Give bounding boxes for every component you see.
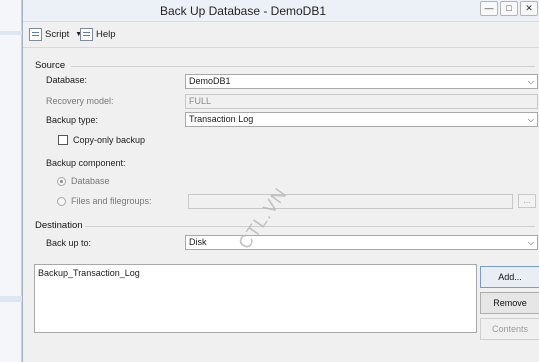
recovery-model-value: FULL — [189, 96, 212, 106]
source-heading: Source — [35, 60, 66, 71]
back-up-to-label: Back up to: — [46, 238, 92, 248]
chevron-down-icon: ⌵ — [527, 77, 534, 86]
list-item[interactable]: Backup_Transaction_Log — [38, 268, 473, 278]
help-label: Help — [96, 29, 116, 40]
database-radio-label: Database — [71, 176, 110, 186]
dialog-content: Source Database: DemoDB1 ⌵ Recovery mode… — [23, 48, 539, 362]
database-label: Database: — [46, 75, 88, 85]
recovery-model-field: FULL — [185, 94, 538, 109]
chevron-down-icon: ⌵ — [527, 238, 534, 247]
minimize-button[interactable]: — — [480, 1, 498, 16]
filegroups-field — [188, 194, 513, 209]
maximize-button[interactable]: □ — [500, 1, 518, 16]
browse-filegroups-button[interactable]: ... — [518, 194, 536, 208]
divider — [85, 226, 535, 227]
background-stripe — [0, 296, 22, 302]
destination-file-list[interactable]: Backup_Transaction_Log — [34, 264, 477, 333]
background-window — [0, 0, 22, 362]
close-button[interactable]: ✕ — [520, 1, 538, 16]
add-button[interactable]: Add... — [480, 266, 539, 288]
script-icon — [29, 28, 42, 41]
divider — [71, 66, 535, 67]
copy-only-label[interactable]: Copy-only backup — [73, 135, 145, 145]
backup-type-select[interactable]: Transaction Log ⌵ — [185, 112, 538, 127]
backup-type-value: Transaction Log — [189, 114, 254, 124]
contents-button[interactable]: Contents — [480, 318, 539, 340]
title-bar: Back Up Database - DemoDB1 — □ ✕ — [23, 0, 539, 22]
window-title: Back Up Database - DemoDB1 — [159, 4, 327, 18]
destination-heading: Destination — [35, 220, 83, 231]
files-filegroups-label: Files and filegroups: — [71, 196, 152, 206]
help-button[interactable]: Help — [80, 28, 116, 41]
toolbar: Script ▼ Help — [23, 22, 539, 48]
background-stripe — [0, 31, 22, 35]
back-up-to-value: Disk — [189, 237, 207, 247]
remove-button[interactable]: Remove — [480, 292, 539, 314]
backup-dialog: Back Up Database - DemoDB1 — □ ✕ Script … — [22, 0, 539, 362]
database-select[interactable]: DemoDB1 ⌵ — [185, 74, 538, 89]
backup-component-label: Backup component: — [46, 158, 126, 168]
files-filegroups-radio[interactable] — [57, 197, 66, 206]
recovery-model-label: Recovery model: — [46, 96, 114, 106]
help-icon — [80, 28, 93, 41]
script-label: Script — [45, 29, 70, 40]
database-value: DemoDB1 — [189, 76, 231, 86]
chevron-down-icon: ⌵ — [527, 115, 534, 124]
copy-only-checkbox[interactable] — [58, 135, 68, 145]
database-radio[interactable] — [57, 177, 66, 186]
script-button[interactable]: Script ▼ — [29, 28, 82, 41]
backup-type-label: Backup type: — [46, 115, 99, 125]
